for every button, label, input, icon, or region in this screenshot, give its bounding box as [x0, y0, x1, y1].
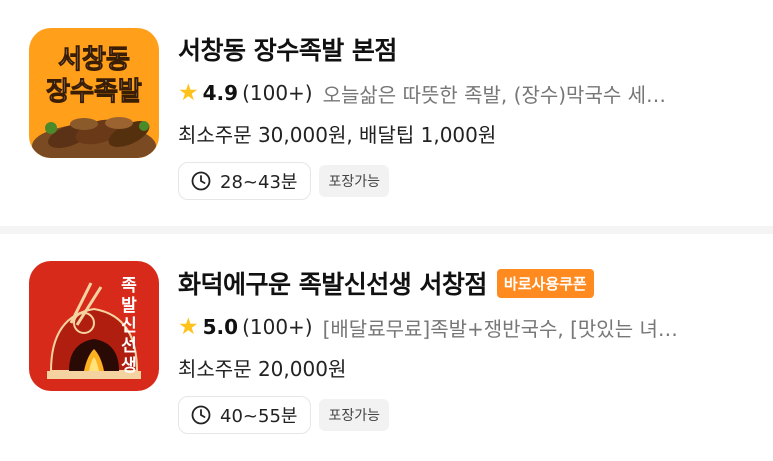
review-count: (100+) — [242, 81, 313, 105]
coupon-badge: 바로사용쿠폰 — [496, 268, 594, 298]
svg-text:족: 족 — [121, 276, 137, 296]
clock-icon — [191, 171, 211, 191]
review-count: (100+) — [242, 315, 313, 339]
card-divider — [0, 226, 773, 234]
min-order-info: 최소주문 20,000원 — [178, 356, 347, 381]
store-card-jangsu[interactable]: 서창동 장수족발 서창동 장수족발 본점 ★ 4.9 (100+) 오늘삶은 따… — [0, 0, 773, 226]
delivery-time: 40~55분 — [220, 406, 298, 427]
rating-score: 5.0 — [202, 315, 239, 339]
pickup-tag: 포장가능 — [319, 399, 389, 431]
star-icon: ★ — [178, 80, 199, 106]
delivery-time-chip: 40~55분 — [178, 396, 312, 434]
store-name[interactable]: 화덕에구운 족발신선생 서창점 — [178, 265, 487, 301]
min-order-info: 최소주문 30,000원, 배달팁 1,000원 — [178, 122, 497, 147]
store-logo-sinseonsaeng: 족 발 신 선 생 — [29, 261, 159, 391]
svg-text:서창동: 서창동 — [58, 45, 130, 75]
store-logo-jangsu: 서창동 장수족발 — [29, 28, 159, 158]
delivery-time: 28~43분 — [220, 172, 298, 193]
svg-text:선: 선 — [121, 336, 137, 356]
svg-text:신: 신 — [121, 316, 137, 336]
svg-text:생: 생 — [121, 356, 137, 376]
pickup-tag: 포장가능 — [319, 165, 389, 197]
store-description: [배달료무료]족발+쟁반국수, [맛있는 녀… — [322, 316, 678, 341]
rating-score: 4.9 — [202, 81, 239, 105]
star-icon: ★ — [178, 314, 199, 340]
svg-text:장수족발: 장수족발 — [46, 77, 142, 107]
svg-text:발: 발 — [121, 296, 137, 316]
delivery-time-chip: 28~43분 — [178, 162, 312, 200]
clock-icon — [191, 405, 211, 425]
store-description: 오늘삶은 따뜻한 족발, (장수)막국수 세… — [322, 82, 667, 107]
store-name[interactable]: 서창동 장수족발 본점 — [178, 31, 397, 67]
store-card-sinseonsaeng[interactable]: 족 발 신 선 생 화덕에구운 족발신선생 서창점 바로사용쿠폰 ★ 5.0 (… — [0, 234, 773, 461]
